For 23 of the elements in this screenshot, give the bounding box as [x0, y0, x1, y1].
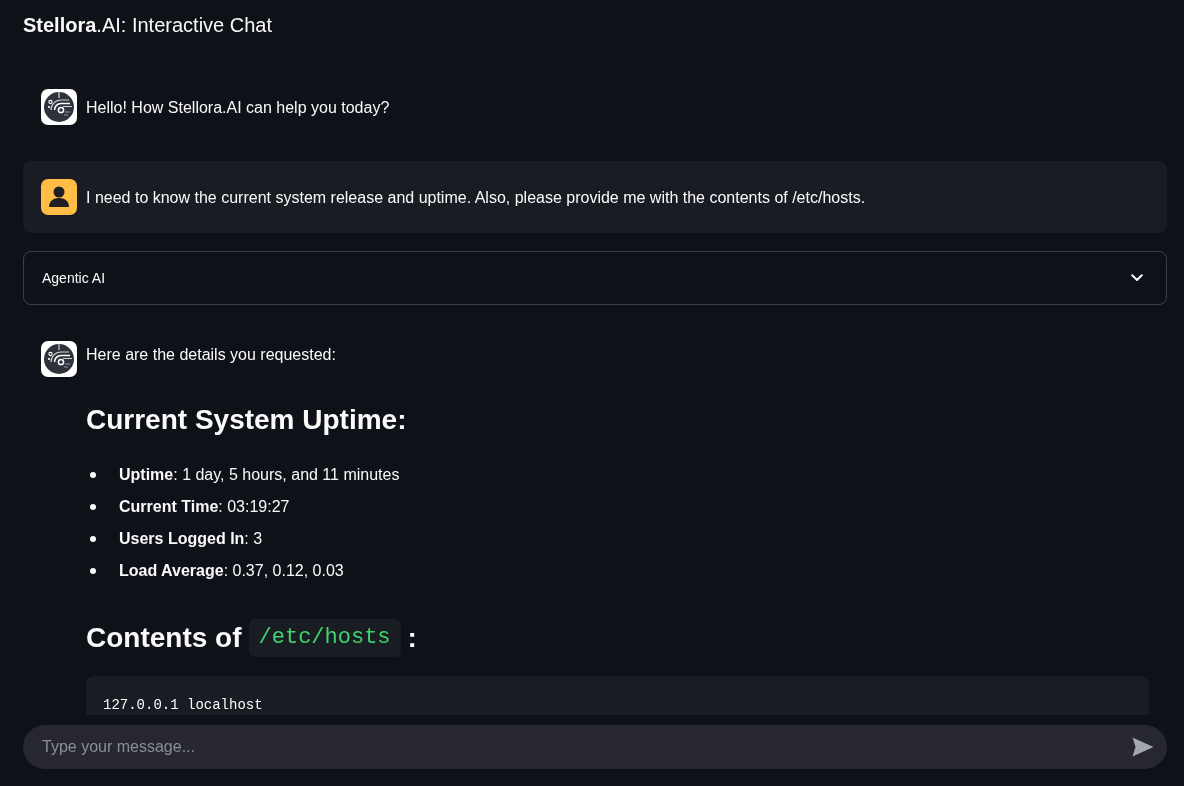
code-block: 127.0.0.1 localhost — [86, 676, 1149, 715]
message-input[interactable]: Type your message... — [23, 725, 1167, 769]
bullet-icon — [90, 504, 96, 510]
send-icon[interactable] — [1132, 737, 1154, 757]
bullet-icon — [90, 536, 96, 542]
app-title: Stellora.AI: Interactive Chat — [23, 13, 273, 38]
person-icon — [41, 179, 77, 215]
message-text: I need to know the current system release and uptime. Also, please provide me with the contents of /etc/hosts. — [86, 188, 867, 208]
expander[interactable]: Agentic AI — [23, 251, 1167, 305]
message-text: Hello! How Stellora.AI can help you today? — [86, 98, 391, 118]
list-item: Uptime: 1 day, 5 hours, and 11 minutes — [119, 465, 400, 485]
list-item: Load Average: 0.37, 0.12, 0.03 — [119, 561, 344, 581]
bullet-icon — [90, 568, 96, 574]
heading: : — [407, 621, 417, 655]
list-item: Users Logged In: 3 — [119, 529, 263, 549]
inline-code: /etc/hosts — [248, 619, 401, 657]
heading: Contents of — [86, 621, 242, 655]
circuit-logo-icon — [41, 89, 77, 125]
bullet-icon — [90, 472, 96, 478]
list-item: Current Time: 03:19:27 — [119, 497, 290, 517]
heading: Current System Uptime: — [86, 403, 407, 437]
message-text: Here are the details you requested: — [86, 345, 337, 365]
circuit-logo-icon — [41, 341, 77, 377]
